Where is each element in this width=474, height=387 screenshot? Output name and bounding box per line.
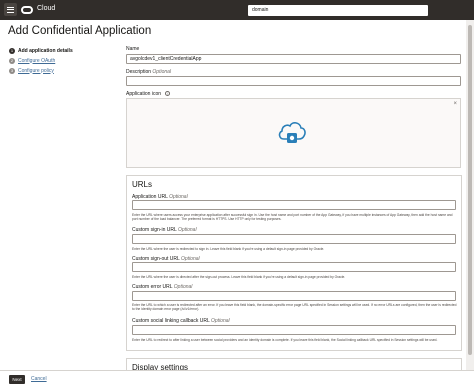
custom-social-linking-url-input[interactable] [132,325,456,335]
custom-social-linking-url-help: Enter the URL to redirect to after linki… [132,338,438,342]
description-input[interactable] [126,76,461,86]
custom-signin-url-help: Enter the URL where the user is redirect… [132,247,325,251]
step-configure-oauth[interactable]: 2 Configure OAuth [9,56,73,65]
scrollbar-thumb[interactable] [468,25,472,355]
step-label[interactable]: Configure policy [18,68,54,74]
cancel-link[interactable]: Cancel [31,376,47,382]
custom-signin-url-input[interactable] [132,234,456,244]
custom-signin-url-label-text: Custom sign-in URL [132,227,177,233]
optional-tag: Optional [173,284,193,290]
optional-tag: Optional [211,318,230,324]
brand-name: Cloud [37,5,56,12]
application-icon-dropzone[interactable]: × [126,98,461,168]
description-label-text: Description [126,69,152,75]
page-title: Add Confidential Application [8,25,152,37]
application-url-help: Enter the URL where users access your en… [132,213,453,222]
custom-social-linking-url-label-text: Custom social linking callback URL [132,318,210,324]
search-input[interactable]: domain [248,5,428,16]
step-label[interactable]: Configure OAuth [18,58,55,64]
step-number: 2 [9,57,15,64]
step-number: 1 [9,47,15,54]
custom-signin-url-label: Custom sign-in URL Optional [132,227,197,233]
optional-tag: Optional [152,69,172,75]
step-add-application-details[interactable]: 1 Add application details [9,46,73,55]
page-scrollbar[interactable] [466,20,474,370]
custom-social-linking-url-label: Custom social linking callback URL Optio… [132,318,230,324]
application-url-input[interactable] [132,200,456,210]
description-label: Description Optional [126,69,171,75]
name-input[interactable]: avgolcdev1_clientCredentialApp [126,54,461,64]
display-settings-panel: Display settings [126,358,462,372]
info-icon[interactable]: i [165,91,171,97]
next-button[interactable]: Next [9,375,25,384]
footer-bar: Next Cancel [0,370,474,387]
custom-error-url-label-text: Custom error URL [132,284,173,290]
step-number: 3 [9,67,15,74]
step-label: Add application details [18,47,73,54]
custom-signout-url-help: Enter the URL where the user is directed… [132,275,346,279]
urls-panel: URLs Application URL Optional Enter the … [126,175,462,351]
application-icon-label-text: Application icon [126,91,162,97]
optional-tag: Optional [177,227,197,233]
custom-signout-url-input[interactable] [132,262,456,272]
custom-error-url-label: Custom error URL Optional [132,284,192,290]
top-bar: Cloud domain [0,0,474,20]
cloud-upload-icon [278,122,306,143]
hamburger-menu-icon[interactable] [4,3,17,16]
custom-error-url-help: Enter the URL to which a user is redirec… [132,303,457,312]
urls-section-title: URLs [132,180,153,189]
custom-error-url-input[interactable] [132,291,456,301]
oracle-logo-icon[interactable] [21,6,33,14]
name-label: Name [126,46,140,52]
application-icon-label: Application icon i [126,91,171,97]
step-configure-policy[interactable]: 3 Configure policy [9,66,73,75]
close-icon[interactable]: × [453,101,457,107]
wizard-steps: 1 Add application details 2 Configure OA… [9,46,73,76]
